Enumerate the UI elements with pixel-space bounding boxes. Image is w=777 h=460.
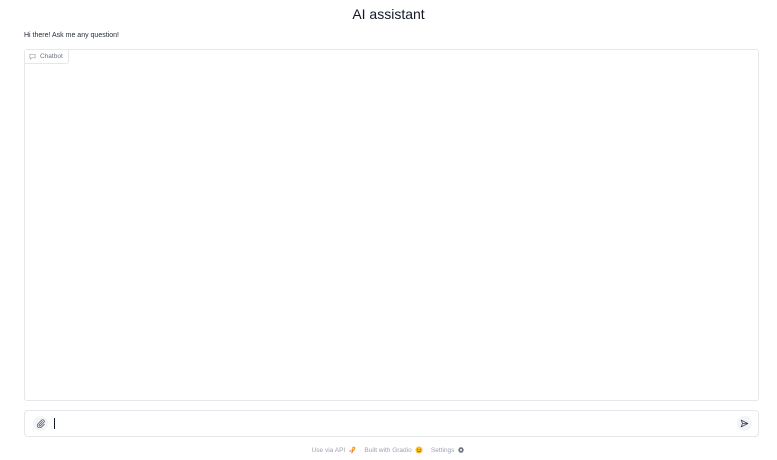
use-via-api-label: Use via API [311, 446, 346, 454]
settings-label: Settings [430, 446, 455, 454]
gradio-logo-icon [415, 446, 423, 454]
chat-bubble-icon [29, 53, 36, 60]
attach-file-button[interactable] [33, 416, 48, 431]
message-input[interactable] [53, 416, 733, 431]
footer-separator: · [359, 446, 362, 454]
page-title: AI assistant [352, 6, 425, 22]
send-button[interactable] [737, 416, 752, 431]
use-via-api-link[interactable]: Use via API [312, 446, 357, 454]
chatbot-panel[interactable]: Chatbot [24, 49, 759, 401]
settings-link[interactable]: Settings [431, 446, 466, 454]
rocket-icon [348, 446, 356, 454]
message-composer [24, 410, 759, 437]
built-with-gradio-label: Built with Gradio [364, 446, 412, 454]
text-caret [54, 418, 55, 429]
paperclip-icon [36, 415, 45, 433]
built-with-gradio-link[interactable]: Built with Gradio [364, 446, 423, 454]
send-arrow-icon [740, 415, 749, 433]
footer-separator: · [425, 446, 428, 454]
chatbot-label-text: Chatbot [40, 53, 63, 60]
chatbot-label-badge: Chatbot [25, 50, 69, 64]
footer: Use via API · Built with Gradio · Settin… [0, 446, 777, 454]
gear-icon [457, 446, 465, 454]
page-description: Hi there! Ask me any question! [24, 32, 119, 39]
app-root: AI assistant Hi there! Ask me any questi… [0, 0, 777, 460]
